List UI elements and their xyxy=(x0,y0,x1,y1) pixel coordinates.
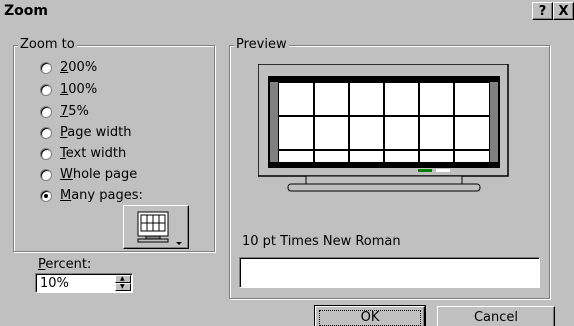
title-bar: Zoom ? X xyxy=(0,0,574,24)
help-button[interactable]: ? xyxy=(532,2,553,20)
zoom-dialog: Zoom ? X Zoom to 200% 100% 75% Page width Te… xyxy=(0,0,574,326)
radio-button[interactable] xyxy=(40,148,52,160)
zoom-to-legend: Zoom to xyxy=(18,37,77,53)
radio-button[interactable] xyxy=(40,84,52,96)
many-pages-button[interactable] xyxy=(123,205,189,249)
radio-label: 100% xyxy=(60,82,98,97)
radio-button[interactable] xyxy=(40,106,52,118)
radio-label: Page width xyxy=(60,125,132,140)
radio-button[interactable] xyxy=(40,127,52,139)
radio-label: Many pages: xyxy=(60,188,143,203)
spin-up-button[interactable]: ▲ xyxy=(115,275,131,283)
close-button[interactable]: X xyxy=(553,2,574,20)
radio-button[interactable] xyxy=(40,190,52,202)
ok-focus-rect xyxy=(319,310,421,326)
radio-dot xyxy=(44,194,48,198)
many-pages-icon xyxy=(137,211,182,245)
radio-label: 75% xyxy=(60,104,89,119)
percent-label: Percent: xyxy=(38,257,92,272)
radio-label: 200% xyxy=(60,60,98,75)
preview-font-caption: 10 pt Times New Roman xyxy=(240,234,403,249)
percent-spinner[interactable]: 10% ▲ ▼ xyxy=(35,273,133,293)
radio-button[interactable] xyxy=(40,169,52,181)
spin-down-button[interactable]: ▼ xyxy=(115,283,131,291)
radio-label: Whole page xyxy=(60,167,138,182)
cancel-label: Cancel xyxy=(473,310,519,325)
preview-monitor xyxy=(258,64,509,192)
radio-label: Text width xyxy=(60,146,127,161)
ok-button[interactable]: OK xyxy=(314,305,426,326)
preview-legend: Preview xyxy=(234,37,289,53)
radio-button[interactable] xyxy=(40,62,52,74)
font-preview-box xyxy=(239,257,540,288)
dialog-title: Zoom xyxy=(4,3,48,19)
percent-value[interactable]: 10% xyxy=(40,276,69,291)
cancel-button[interactable]: Cancel xyxy=(437,306,555,326)
